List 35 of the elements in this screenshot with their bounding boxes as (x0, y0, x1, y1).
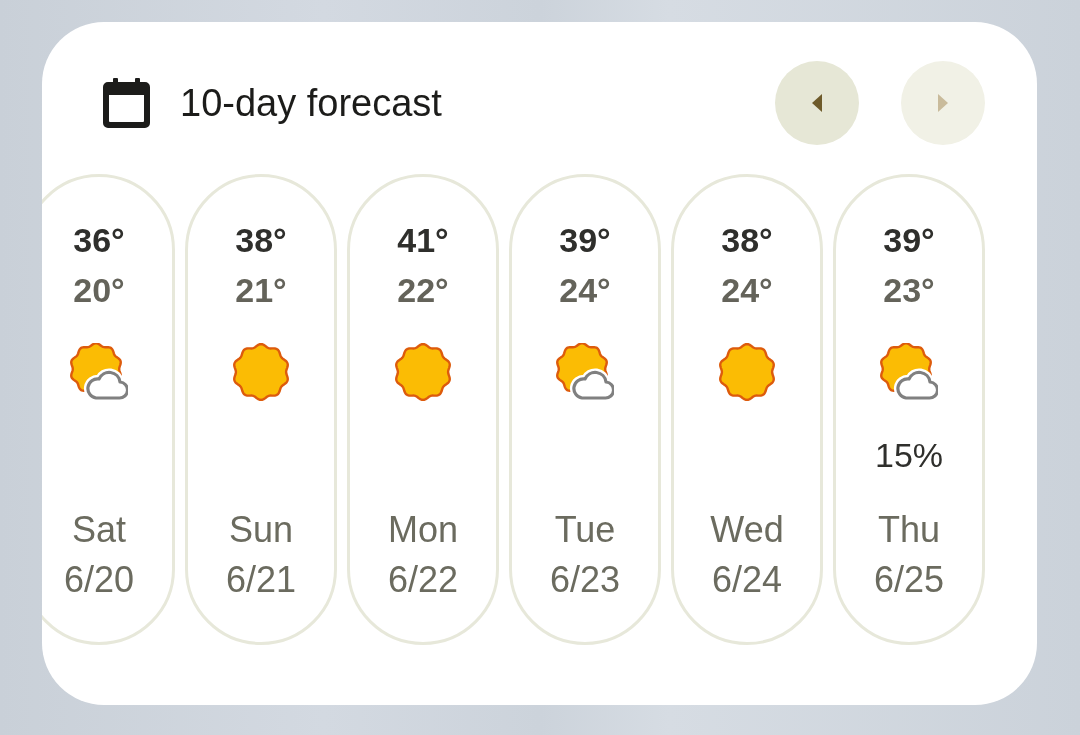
high-temperature: 41° (397, 220, 449, 261)
low-temperature: 22° (397, 270, 449, 311)
low-temperature: 21° (235, 270, 287, 311)
day-name: Sat (71, 508, 126, 552)
calendar-icon (103, 78, 150, 128)
high-temperature: 39° (559, 220, 611, 261)
sun-cloud-icon (880, 343, 938, 401)
day-name: Thu (877, 508, 940, 552)
high-temperature: 39° (883, 220, 935, 261)
sun-cloud-icon (70, 343, 128, 401)
day-date: 6/25 (873, 558, 945, 602)
day-name: Tue (554, 508, 616, 552)
sun-icon (718, 343, 776, 401)
low-temperature: 23° (883, 270, 935, 311)
card-title: 10-day forecast (180, 81, 442, 125)
high-temperature: 38° (721, 220, 773, 261)
low-temperature: 20° (73, 270, 125, 311)
day-name: Mon (388, 508, 458, 552)
day-name: Sun (228, 508, 294, 552)
sun-cloud-icon (556, 343, 614, 401)
low-temperature: 24° (559, 270, 611, 311)
sun-icon (232, 343, 290, 401)
high-temperature: 38° (235, 220, 287, 261)
day-date: 6/22 (387, 558, 459, 602)
day-date: 6/23 (549, 558, 621, 602)
day-name: Wed (710, 508, 784, 552)
day-date: 6/21 (225, 558, 297, 602)
caret-icon (812, 94, 822, 112)
sun-icon (394, 343, 452, 401)
caret-icon (938, 94, 948, 112)
low-temperature: 24° (721, 270, 773, 311)
day-date: 6/24 (711, 558, 783, 602)
high-temperature: 36° (73, 220, 125, 261)
day-date: 6/20 (63, 558, 135, 602)
precipitation-chance: 15% (874, 435, 944, 476)
